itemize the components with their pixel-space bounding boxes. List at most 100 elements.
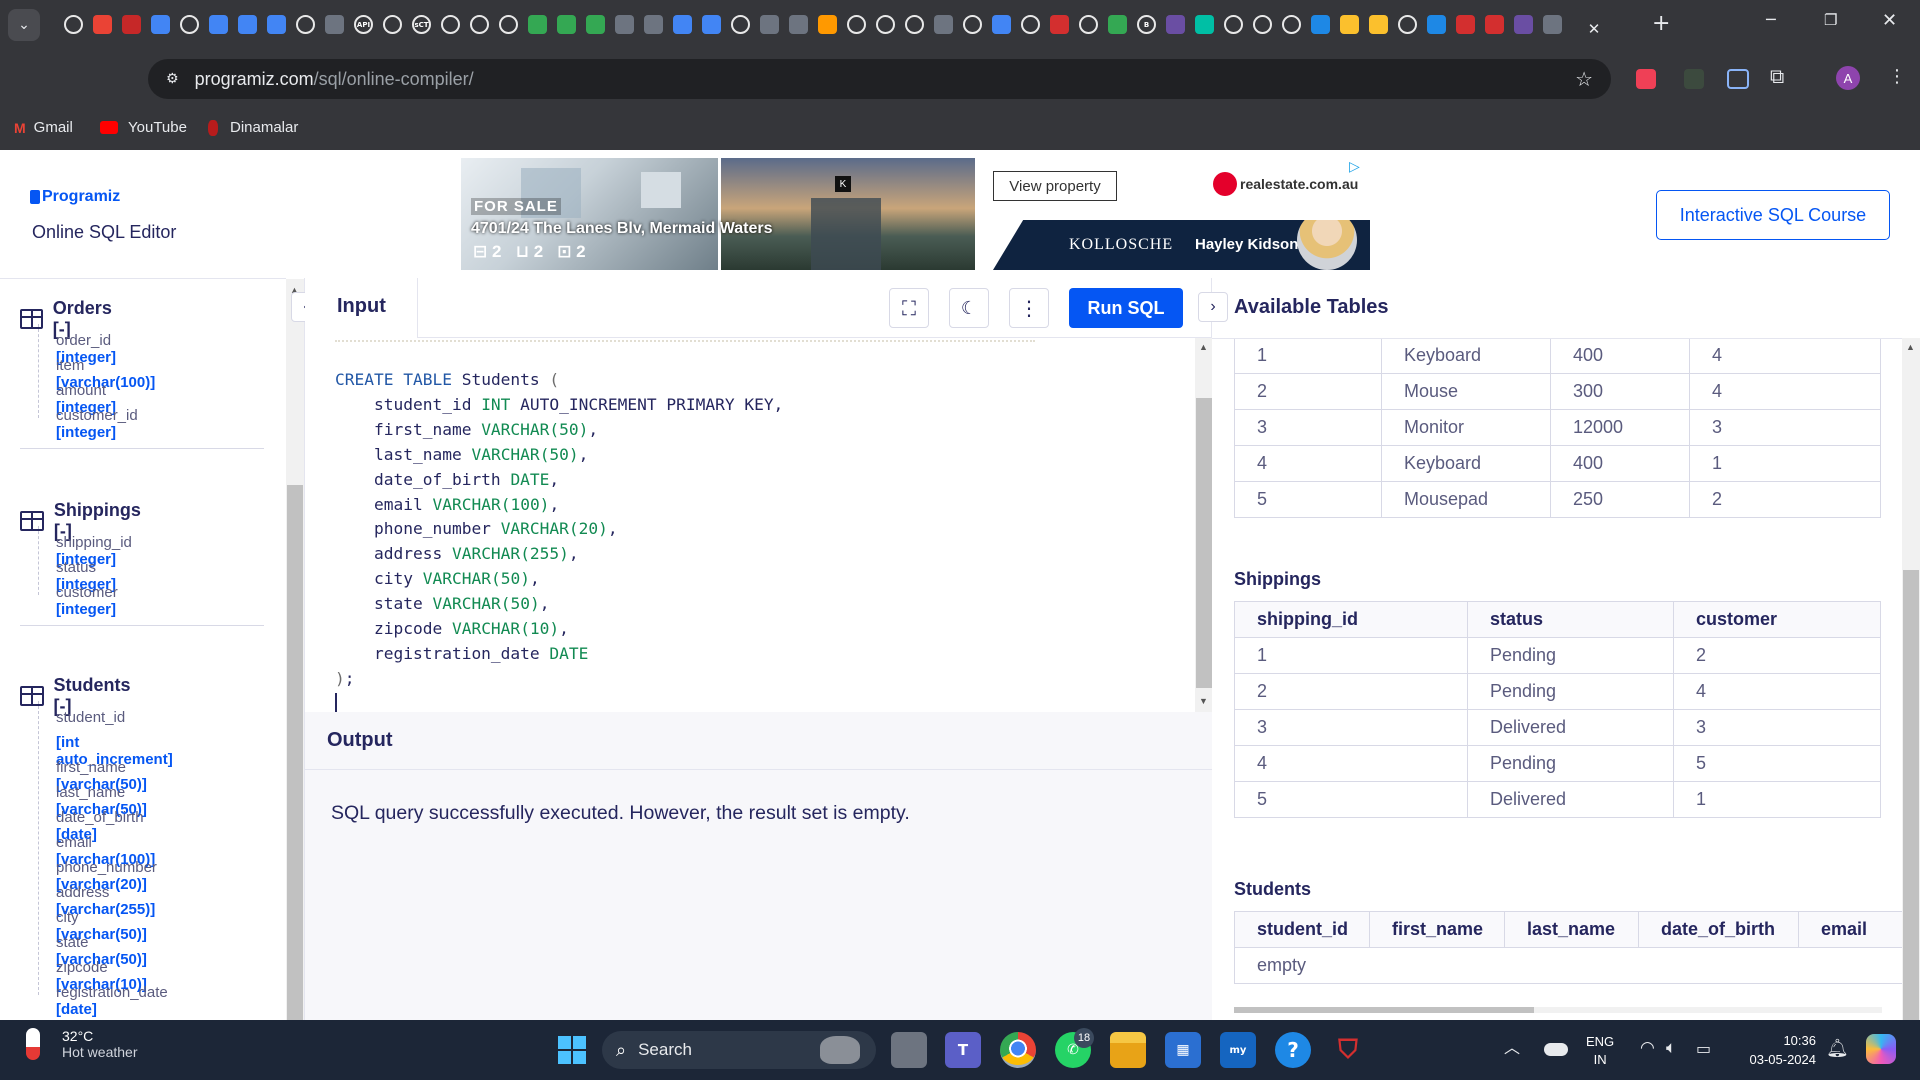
pinned-tab-icon[interactable] [1108,15,1127,34]
sidebar-scrollbar[interactable]: ▲ [286,279,304,1021]
clock[interactable]: 10:36 03-05-2024 [1738,1031,1817,1069]
pinned-tab-icon[interactable]: sCT [412,15,431,34]
bookmark-gmail[interactable]: M Gmail [14,119,73,136]
pinned-tab-icon[interactable] [441,15,460,34]
pinned-tab-icon[interactable] [325,15,344,34]
pinned-tab-icon[interactable] [1340,15,1359,34]
wifi-icon[interactable]: ◠ [1640,1040,1655,1057]
pinned-tab-icon[interactable] [528,15,547,34]
sidebar-column[interactable]: customer [integer] [56,584,118,618]
run-sql-button[interactable]: Run SQL [1069,288,1183,328]
pinned-tab-icon[interactable] [963,15,982,34]
chrome-taskbar-icon[interactable] [1000,1032,1036,1068]
sidebar-scrollbar-thumb[interactable] [287,485,303,1021]
sidebar-column[interactable]: student_id [56,709,125,726]
minimize-button[interactable]: ─ [1766,12,1776,28]
dark-mode-button[interactable]: ☾ [949,288,989,328]
pinned-tab-icon[interactable] [644,15,663,34]
tables-scrollbar[interactable]: ▲ [1902,338,1920,1020]
teams-icon[interactable]: T [945,1032,981,1068]
pinned-tab-icon[interactable] [992,15,1011,34]
mcafee-icon[interactable]: ⛉ [1330,1032,1366,1068]
pinned-tab-icon[interactable] [93,15,112,34]
pinned-tab-icon[interactable] [1514,15,1533,34]
task-view-icon[interactable] [891,1032,927,1068]
pinned-tab-icon[interactable] [847,15,866,34]
pinned-tab-icon[interactable] [1427,15,1446,34]
file-explorer-icon[interactable] [1110,1032,1146,1068]
interactive-sql-course-button[interactable]: Interactive SQL Course [1656,190,1890,240]
editor-scrollbar[interactable]: ▲ ▼ [1195,338,1213,712]
pinned-tab-icon[interactable] [1195,15,1214,34]
expand-panel-button[interactable]: › [1198,292,1228,322]
extension-icon[interactable] [1684,69,1704,89]
profile-avatar[interactable]: A [1836,66,1860,90]
taskbar-search[interactable]: ⌕ Search [602,1031,876,1069]
pinned-tab-icon[interactable] [615,15,634,34]
adchoices-icon[interactable]: ▷ [1349,158,1360,175]
pinned-tab-icon[interactable] [731,15,750,34]
tab-search-button[interactable]: ⌄ [8,9,40,41]
pinned-tab-icon[interactable] [122,15,141,34]
extensions-puzzle-icon[interactable]: ⧉ [1770,66,1784,86]
pinned-tab-icon[interactable] [760,15,779,34]
tray-chevron-icon[interactable]: ︿ [1504,1040,1520,1056]
new-tab-button[interactable]: + [1652,13,1670,35]
active-tab[interactable]: ✕ [1572,8,1616,50]
pinned-tab-icon[interactable] [905,15,924,34]
pinned-tab-icon[interactable] [1050,15,1069,34]
pinned-tab-icon[interactable] [586,15,605,34]
copilot-icon[interactable] [1866,1034,1896,1064]
code-editor[interactable]: CREATE TABLE Students ( student_id INT A… [305,338,1213,712]
pinned-tab-icon[interactable] [1166,15,1185,34]
bookmark-star-icon[interactable]: ☆ [1575,67,1593,91]
bookmark-youtube[interactable]: YouTube [100,119,187,136]
pinned-tab-icon[interactable] [673,15,692,34]
input-tab[interactable]: Input [305,278,418,340]
browser-menu-icon[interactable]: ⋮ [1888,68,1906,86]
sidebar-column[interactable]: customer_id [integer] [56,407,138,441]
volume-icon[interactable]: 🔈︎ [1666,1040,1676,1057]
pinned-tab-icon[interactable] [470,15,489,34]
pinned-tab-icon[interactable] [1456,15,1475,34]
store-icon[interactable]: ▦ [1165,1032,1201,1068]
pinned-tab-icon[interactable] [238,15,257,34]
pinned-tab-icon[interactable] [934,15,953,34]
onedrive-icon[interactable] [1544,1043,1568,1056]
more-options-button[interactable]: ⋮ [1009,288,1049,328]
pinned-tab-icon[interactable] [1485,15,1504,34]
pinned-tab-icon[interactable] [1021,15,1040,34]
pinned-tab-icon[interactable] [267,15,286,34]
pinned-tab-icon[interactable] [383,15,402,34]
pinned-tab-icon[interactable] [876,15,895,34]
close-window-button[interactable]: ✕ [1882,12,1897,30]
sidebar-column[interactable]: registration_date [date] [56,984,168,1018]
pinned-tab-icon[interactable] [151,15,170,34]
pinned-tab-icon[interactable] [1398,15,1417,34]
horizontal-scrollbar[interactable] [1234,1007,1882,1013]
pinned-tab-icon[interactable] [180,15,199,34]
close-tab-icon[interactable]: ✕ [1588,20,1601,38]
site-info-icon[interactable]: ⚙ [166,71,179,87]
extension-screenshot-icon[interactable] [1727,69,1749,89]
pinned-tab-icon[interactable] [1079,15,1098,34]
pinned-tab-icon[interactable] [1282,15,1301,34]
pinned-tab-icon[interactable] [209,15,228,34]
tables-scroll-area[interactable]: 1 Keyboard 400 4 2 Mouse 300 4 3 Monitor 12000 3 4 Ke… [1212,338,1920,1020]
start-button[interactable] [554,1032,590,1068]
language-indicator[interactable]: ENG IN [1586,1033,1614,1069]
fullscreen-button[interactable]: ⛶ [889,288,929,328]
pinned-tab-icon[interactable] [557,15,576,34]
pinned-tab-icon[interactable] [1369,15,1388,34]
pinned-tab-icon[interactable]: B [1137,15,1156,34]
programiz-logo[interactable]: Programiz [30,188,120,206]
restore-button[interactable]: ❐ [1824,13,1837,28]
pinned-tab-icon[interactable] [64,15,83,34]
battery-icon[interactable]: ▭ [1696,1041,1711,1057]
pinned-tab-icon[interactable] [499,15,518,34]
pinned-tab-icon[interactable] [1311,15,1330,34]
advertisement[interactable]: K FOR SALE 4701/24 The Lanes Blv, Mermai… [461,158,1370,270]
extension-pocket-icon[interactable] [1636,69,1656,89]
pinned-tab-icon[interactable] [1253,15,1272,34]
sql-code[interactable]: CREATE TABLE Students ( student_id INT A… [335,368,783,692]
